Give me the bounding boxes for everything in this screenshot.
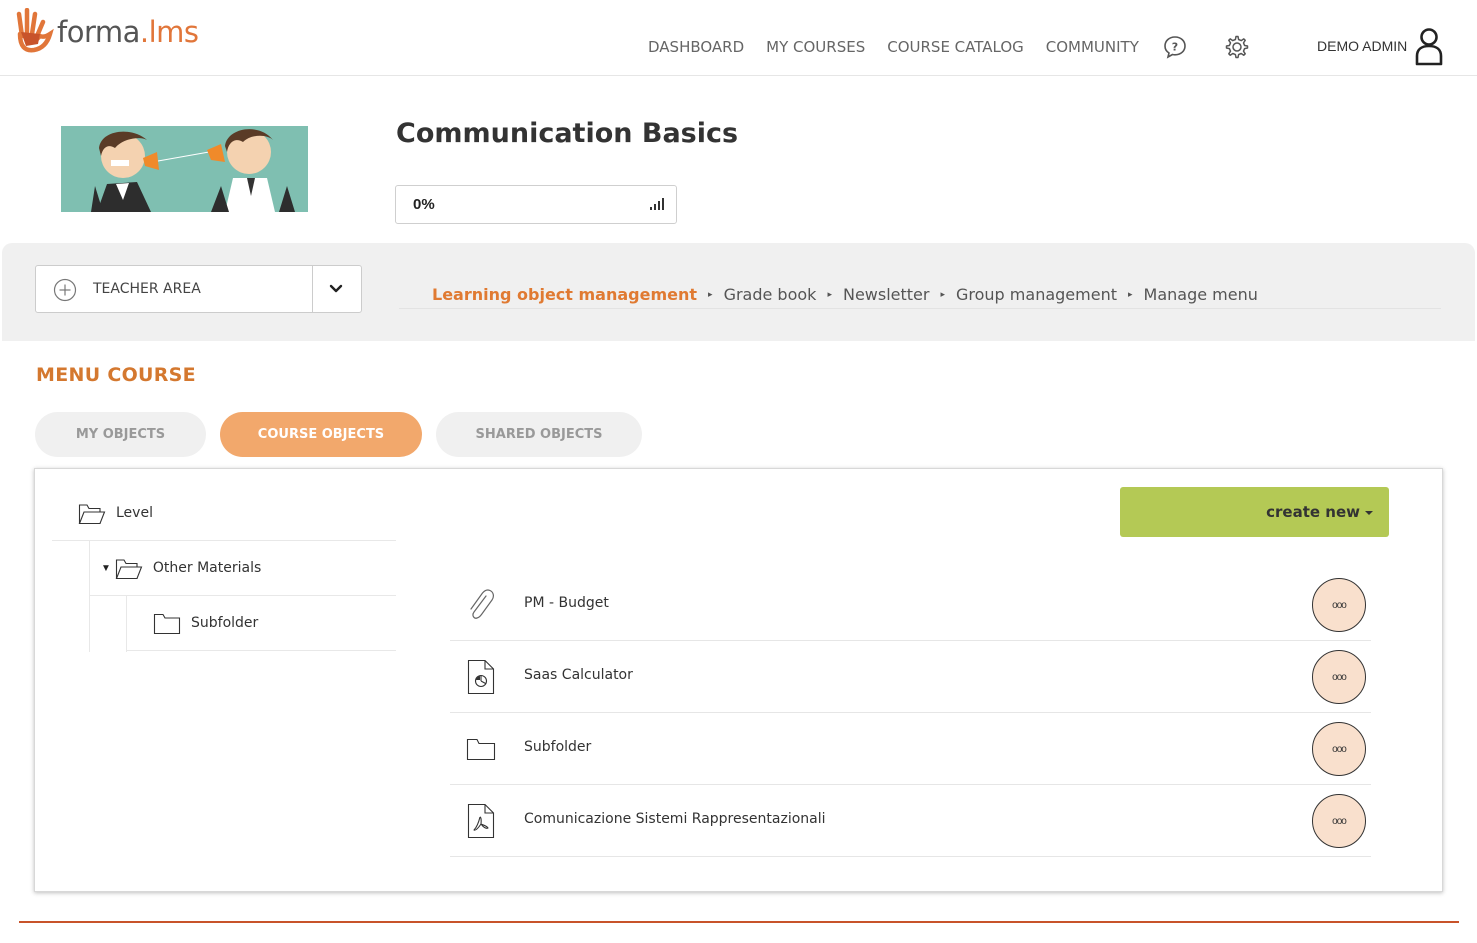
forma-lms-logo[interactable]: forma.lms xyxy=(16,6,199,58)
bc-separator: ▸ xyxy=(940,288,945,299)
user-name[interactable]: DEMO ADMIN xyxy=(1317,38,1407,54)
course-progress: 0% xyxy=(395,185,677,224)
create-new-button[interactable]: create new xyxy=(1120,487,1389,537)
spreadsheet-file-icon xyxy=(466,659,496,695)
nav-course-catalog[interactable]: COURSE CATALOG xyxy=(887,38,1024,56)
hand-logo-icon xyxy=(16,8,54,53)
tab-my-objects[interactable]: MY OBJECTS xyxy=(35,412,206,457)
tab-shared-objects[interactable]: SHARED OBJECTS xyxy=(436,412,642,457)
tree-label: Level xyxy=(116,505,153,521)
tree-node-subfolder[interactable]: Subfolder xyxy=(126,596,396,651)
bc-separator: ▸ xyxy=(708,288,713,299)
tab-course-objects[interactable]: COURSE OBJECTS xyxy=(220,412,422,457)
bc-separator: ▸ xyxy=(1127,288,1133,299)
list-item[interactable]: Comunicazione Sistemi Rappresentazionali… xyxy=(450,785,1371,857)
object-options-button[interactable]: ooo xyxy=(1312,722,1366,776)
top-header: forma.lms DASHBOARD MY COURSES COURSE CA… xyxy=(0,0,1477,76)
object-options-button[interactable]: ooo xyxy=(1312,578,1366,632)
menu-course-heading: MENU COURSE xyxy=(36,364,196,386)
paperclip-icon xyxy=(466,587,496,623)
open-folder-icon xyxy=(78,504,106,525)
dropdown-divider xyxy=(312,266,313,312)
bc-learning-object-management[interactable]: Learning object management xyxy=(432,285,697,304)
object-name[interactable]: Comunicazione Sistemi Rappresentazionali xyxy=(524,811,826,827)
user-icon[interactable] xyxy=(1413,26,1445,66)
learning-objects-panel: Level ▼ Other Materials Subfolder create… xyxy=(34,468,1443,892)
open-folder-icon xyxy=(115,559,143,580)
chevron-down-icon[interactable] xyxy=(329,282,343,296)
bc-manage-menu[interactable]: Manage menu xyxy=(1144,285,1258,304)
help-icon[interactable]: ? xyxy=(1162,34,1188,60)
nav-my-courses[interactable]: MY COURSES xyxy=(766,38,865,56)
footer-divider xyxy=(19,921,1459,923)
object-name[interactable]: PM - Budget xyxy=(524,595,609,611)
tree-node-level[interactable]: Level xyxy=(52,486,396,541)
bc-separator: ▸ xyxy=(827,288,832,299)
pdf-file-icon xyxy=(466,803,496,839)
course-title: Communication Basics xyxy=(396,118,739,149)
course-cover-image xyxy=(61,126,308,212)
nav-community[interactable]: COMMUNITY xyxy=(1046,38,1139,56)
logo-wordmark: forma.lms xyxy=(57,15,199,49)
teacher-tools-breadcrumb: Learning object management ▸ Grade book … xyxy=(399,280,1441,309)
caret-down-icon[interactable]: ▼ xyxy=(101,563,111,574)
object-name[interactable]: Subfolder xyxy=(524,739,591,755)
plus-circle-icon xyxy=(53,278,77,302)
list-item[interactable]: PM - Budget ooo xyxy=(450,569,1371,641)
svg-text:?: ? xyxy=(1172,41,1178,54)
tree-node-other-materials[interactable]: ▼ Other Materials xyxy=(89,541,396,596)
folder-icon xyxy=(153,613,181,635)
object-options-button[interactable]: ooo xyxy=(1312,650,1366,704)
tree-label: Other Materials xyxy=(152,560,262,576)
nav-dashboard[interactable]: DASHBOARD xyxy=(648,38,744,56)
object-name[interactable]: Saas Calculator xyxy=(524,667,633,683)
teacher-area-label: TEACHER AREA xyxy=(93,281,201,297)
caret-down-icon xyxy=(1365,511,1373,515)
signal-bars-icon xyxy=(650,198,664,210)
gear-icon[interactable] xyxy=(1223,34,1249,60)
create-new-label: create new xyxy=(1266,503,1360,521)
bc-newsletter[interactable]: Newsletter xyxy=(843,285,930,304)
bc-group-management[interactable]: Group management xyxy=(956,285,1117,304)
teacher-area-dropdown[interactable]: TEACHER AREA xyxy=(35,265,362,313)
tree-label: Subfolder xyxy=(191,615,259,631)
progress-value: 0% xyxy=(413,196,435,213)
object-options-button[interactable]: ooo xyxy=(1312,794,1366,848)
folder-icon xyxy=(466,731,496,767)
list-item[interactable]: Saas Calculator ooo xyxy=(450,641,1371,713)
main-nav: DASHBOARD MY COURSES COURSE CATALOG COMM… xyxy=(648,36,1161,58)
bc-grade-book[interactable]: Grade book xyxy=(724,285,817,304)
list-item[interactable]: Subfolder ooo xyxy=(450,713,1371,785)
